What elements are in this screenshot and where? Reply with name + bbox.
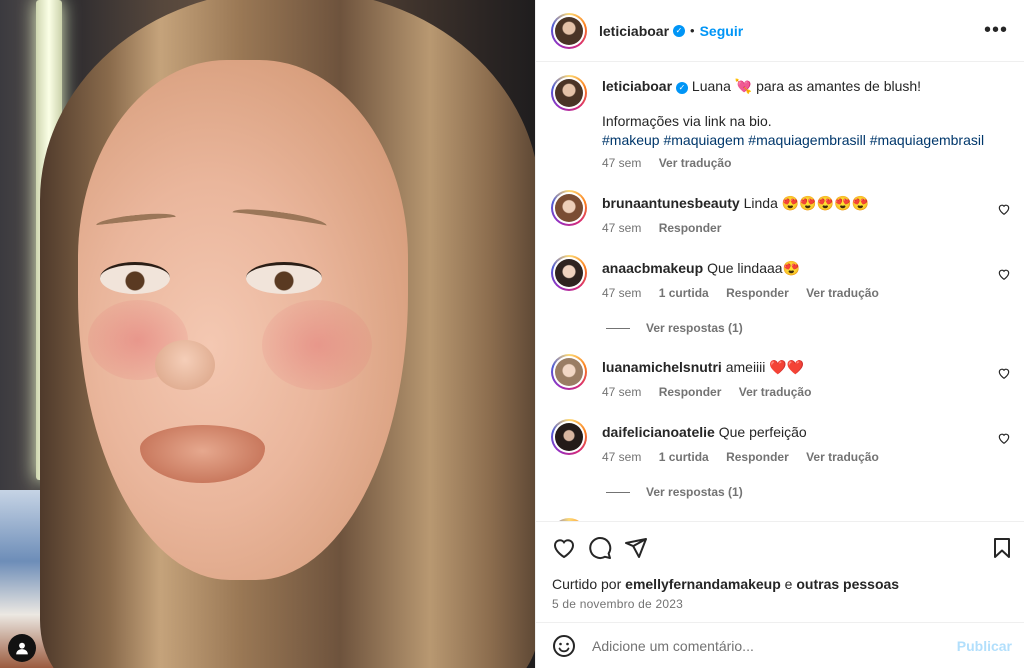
- liked-prefix: Curtido por: [552, 576, 622, 592]
- comment-composer: Publicar: [536, 622, 1024, 668]
- smiley-icon[interactable]: [552, 634, 576, 658]
- like-comment-heart-icon[interactable]: [997, 267, 1011, 281]
- comment-text: Linda 😍😍😍😍😍: [743, 195, 869, 211]
- like-comment-heart-icon[interactable]: [997, 366, 1011, 380]
- comment-text: Que perfeição: [718, 424, 807, 440]
- view-replies-label[interactable]: Ver respostas (1): [646, 485, 743, 499]
- translate-link[interactable]: Ver tradução: [806, 286, 879, 300]
- like-heart-icon[interactable]: [552, 536, 576, 560]
- post-date[interactable]: 5 de novembro de 2023: [552, 597, 683, 611]
- commenter-avatar[interactable]: [551, 354, 587, 390]
- reply-button[interactable]: Responder: [726, 286, 789, 300]
- follow-button[interactable]: Seguir: [700, 23, 744, 39]
- comment-likes[interactable]: 1 curtida: [659, 286, 709, 300]
- caption-line2: Informações via link na bio.: [602, 113, 772, 129]
- post-modal: leticiaboar ✓ • Seguir ••• leticiaboar ✓ …: [0, 0, 1024, 668]
- comment-input[interactable]: [592, 637, 952, 654]
- eye-left: [100, 262, 170, 294]
- reply-button[interactable]: Responder: [726, 450, 789, 464]
- author-avatar-caption[interactable]: [551, 75, 587, 111]
- comment-time[interactable]: 47 sem: [602, 286, 641, 300]
- verified-badge-icon: ✓: [673, 24, 686, 37]
- comment-time[interactable]: 47 sem: [602, 450, 641, 464]
- comment-item: anaacbmakeup Que lindaaa😍 47 sem 1 curti…: [551, 255, 1011, 300]
- caption-hashtags[interactable]: #makeup #maquiagem #maquiagembrasill #ma…: [602, 131, 1002, 150]
- caption-time[interactable]: 47 sem: [602, 156, 641, 170]
- eye-right: [246, 262, 322, 294]
- view-replies-label[interactable]: Ver respostas (1): [646, 321, 743, 335]
- commenter-username[interactable]: luanamichelsnutri: [602, 359, 722, 375]
- liked-by: Curtido por emellyfernandamakeup e outra…: [552, 576, 899, 592]
- liked-and: e: [784, 576, 793, 592]
- comments-list[interactable]: leticiaboar ✓ Luana 💘 para as amantes de …: [536, 63, 1024, 521]
- post-header: leticiaboar ✓ • Seguir •••: [536, 0, 1024, 62]
- commenter-username[interactable]: brunaantunesbeauty: [602, 195, 740, 211]
- commenter-avatar[interactable]: [551, 419, 587, 455]
- replies-divider: [606, 491, 630, 493]
- comment-item: daifelicianoatelie Que perfeição 47 sem …: [551, 419, 1011, 464]
- post-panel: leticiaboar ✓ • Seguir ••• leticiaboar ✓ …: [535, 0, 1024, 668]
- caption-text: Luana 💘 para as amantes de blush!: [691, 78, 922, 94]
- comment-time[interactable]: 47 sem: [602, 385, 641, 399]
- post-photo[interactable]: [0, 0, 535, 668]
- view-replies-button[interactable]: Ver respostas (1): [606, 485, 743, 499]
- nose: [155, 340, 215, 390]
- view-replies-button[interactable]: Ver respostas (1): [606, 321, 743, 335]
- separator-dot: •: [690, 23, 695, 38]
- comment-item: luanamichelsnutri ameiiii ❤️❤️ 47 sem Re…: [551, 354, 1011, 399]
- author-username[interactable]: leticiaboar: [599, 23, 669, 39]
- replies-divider: [606, 327, 630, 329]
- comment-likes[interactable]: 1 curtida: [659, 450, 709, 464]
- commenter-avatar[interactable]: [551, 255, 587, 291]
- comment-bubble-icon[interactable]: [588, 536, 612, 560]
- commenter-avatar[interactable]: [551, 190, 587, 226]
- post-actions: Curtido por emellyfernandamakeup e outra…: [536, 521, 1024, 621]
- blush-right: [262, 300, 372, 390]
- more-options-icon[interactable]: •••: [984, 20, 1008, 40]
- comment-time[interactable]: 47 sem: [602, 221, 641, 235]
- liked-others-link[interactable]: outras pessoas: [796, 576, 899, 592]
- author-avatar[interactable]: [551, 12, 587, 49]
- liked-user-link[interactable]: emellyfernandamakeup: [625, 576, 781, 592]
- reply-button[interactable]: Responder: [659, 385, 722, 399]
- save-bookmark-icon[interactable]: [990, 536, 1014, 560]
- comment-text: ameiiii ❤️❤️: [725, 359, 805, 375]
- like-comment-heart-icon[interactable]: [997, 202, 1011, 216]
- comment-text: Que lindaaa😍: [707, 260, 800, 276]
- reply-button[interactable]: Responder: [659, 221, 722, 235]
- translate-link[interactable]: Ver tradução: [739, 385, 812, 399]
- commenter-username[interactable]: daifelicianoatelie: [602, 424, 715, 440]
- commenter-username[interactable]: anaacbmakeup: [602, 260, 703, 276]
- verified-badge-icon: ✓: [676, 82, 689, 94]
- tagged-users-button[interactable]: [8, 634, 36, 662]
- comment-item: brunaantunesbeauty Linda 😍😍😍😍😍 47 sem Re…: [551, 190, 1011, 235]
- caption-username[interactable]: leticiaboar: [602, 78, 672, 94]
- caption: leticiaboar ✓ Luana 💘 para as amantes de …: [551, 75, 1011, 170]
- translate-link[interactable]: Ver tradução: [806, 450, 879, 464]
- like-comment-heart-icon[interactable]: [997, 431, 1011, 445]
- share-send-icon[interactable]: [624, 536, 648, 560]
- user-icon: [16, 642, 28, 655]
- caption-translate-link[interactable]: Ver tradução: [659, 156, 732, 170]
- publish-button[interactable]: Publicar: [957, 638, 1012, 654]
